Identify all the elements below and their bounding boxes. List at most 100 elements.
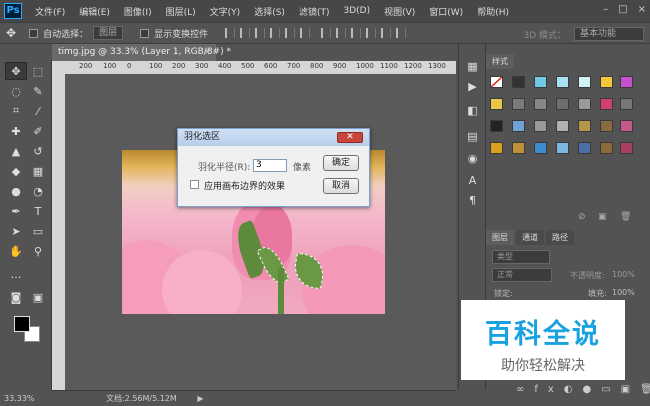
zoom-tool-icon[interactable]: ⚲ xyxy=(27,242,49,260)
style-swatch[interactable] xyxy=(578,76,591,88)
delete-style-icon[interactable]: 🗑 xyxy=(620,212,631,222)
actions-panel-icon[interactable]: ▶ xyxy=(465,80,480,94)
distribute-right-icon[interactable] xyxy=(396,28,407,38)
tab-paths[interactable]: 路径 xyxy=(546,230,574,245)
menu-image[interactable]: 图像(I) xyxy=(117,5,159,18)
align-vcenter-icon[interactable] xyxy=(240,28,251,38)
character-panel-icon[interactable]: A xyxy=(465,174,480,188)
document-tab[interactable]: timg.jpg @ 33.3% (Layer 1, RGB/8#) * × xyxy=(52,44,231,61)
adjustments-panel-icon[interactable]: ◧ xyxy=(465,104,480,118)
style-swatch[interactable] xyxy=(600,98,613,110)
more-tools-icon[interactable]: ··· xyxy=(5,268,27,286)
style-swatch[interactable] xyxy=(490,98,503,110)
style-swatch[interactable] xyxy=(556,142,569,154)
history-panel-icon[interactable]: ▦ xyxy=(465,60,480,74)
brush-tool-icon[interactable]: ✐ xyxy=(27,122,49,140)
style-swatch[interactable] xyxy=(512,142,525,154)
auto-select-checkbox[interactable] xyxy=(29,28,39,38)
style-swatch[interactable] xyxy=(556,98,569,110)
distribute-vcenter-icon[interactable] xyxy=(336,28,347,38)
paragraph-panel-icon[interactable]: ¶ xyxy=(465,194,480,208)
layers-footer-icons[interactable]: ∞fx◐●▭▣🗑 xyxy=(516,384,650,395)
move-tool-icon[interactable]: ✥ xyxy=(6,26,16,40)
menu-view[interactable]: 视图(V) xyxy=(377,5,422,18)
align-hcenter-icon[interactable] xyxy=(285,28,296,38)
canvas-bounds-checkbox[interactable] xyxy=(190,180,199,189)
menu-edit[interactable]: 编辑(E) xyxy=(72,5,117,18)
ok-button[interactable]: 确定 xyxy=(323,155,359,171)
lasso-tool-icon[interactable]: ◌ xyxy=(5,82,27,100)
history-brush-tool-icon[interactable]: ↺ xyxy=(27,142,49,160)
quick-mask-icon[interactable]: ◙ xyxy=(5,288,27,306)
maximize-icon[interactable]: □ xyxy=(618,4,627,15)
shape-tool-icon[interactable]: ▭ xyxy=(27,222,49,240)
feather-radius-input[interactable]: 3 xyxy=(253,159,287,172)
style-swatch-none[interactable] xyxy=(490,76,503,88)
dodge-tool-icon[interactable]: ◔ xyxy=(27,182,49,200)
dialog-close-button[interactable]: ✕ xyxy=(337,132,363,143)
type-tool-icon[interactable]: T xyxy=(27,202,49,220)
style-swatch[interactable] xyxy=(620,98,633,110)
blend-mode-dropdown[interactable]: 正常 xyxy=(492,268,552,282)
status-arrow-icon[interactable]: ▶ xyxy=(197,394,203,403)
opacity-value[interactable]: 100% xyxy=(612,270,635,279)
healing-brush-tool-icon[interactable]: ✚ xyxy=(5,122,27,140)
style-swatch[interactable] xyxy=(534,120,547,132)
distribute-hcenter-icon[interactable] xyxy=(381,28,392,38)
crop-tool-icon[interactable]: ⌗ xyxy=(5,102,27,120)
tab-styles[interactable]: 样式 xyxy=(486,54,514,69)
style-swatch[interactable] xyxy=(578,142,591,154)
align-left-icon[interactable] xyxy=(270,28,281,38)
eraser-tool-icon[interactable]: ◆ xyxy=(5,162,27,180)
style-swatch[interactable] xyxy=(578,98,591,110)
close-icon[interactable]: × xyxy=(638,4,646,15)
menu-filter[interactable]: 滤镜(T) xyxy=(292,5,337,18)
zoom-level[interactable]: 33.33% xyxy=(4,391,35,406)
gradient-tool-icon[interactable]: ▦ xyxy=(27,162,49,180)
distribute-bottom-icon[interactable] xyxy=(351,28,362,38)
style-swatch[interactable] xyxy=(620,142,633,154)
menu-help[interactable]: 帮助(H) xyxy=(470,5,516,18)
style-swatch[interactable] xyxy=(600,142,613,154)
style-swatch[interactable] xyxy=(512,76,525,88)
style-swatch[interactable] xyxy=(512,98,525,110)
style-swatch[interactable] xyxy=(490,142,503,154)
dialog-titlebar[interactable]: 羽化选区 ✕ xyxy=(178,129,369,146)
menu-window[interactable]: 窗口(W) xyxy=(422,5,470,18)
foreground-color-swatch[interactable] xyxy=(14,316,30,332)
style-swatch[interactable] xyxy=(512,120,525,132)
menu-layer[interactable]: 图层(L) xyxy=(159,5,203,18)
style-swatch[interactable] xyxy=(600,76,613,88)
align-right-icon[interactable] xyxy=(300,28,311,38)
move-tool-icon[interactable]: ✥ xyxy=(5,62,27,80)
menu-file[interactable]: 文件(F) xyxy=(28,5,72,18)
hand-tool-icon[interactable]: ✋ xyxy=(5,242,27,260)
eyedropper-tool-icon[interactable]: ⁄ xyxy=(27,102,49,120)
clear-style-icon[interactable]: ⊘ xyxy=(578,212,586,222)
workspace-dropdown[interactable]: 基本功能 xyxy=(574,27,644,41)
style-swatch[interactable] xyxy=(534,98,547,110)
style-swatch[interactable] xyxy=(620,120,633,132)
clone-stamp-tool-icon[interactable]: ▲ xyxy=(5,142,27,160)
marquee-tool-icon[interactable]: ⬚ xyxy=(27,62,49,80)
style-swatch[interactable] xyxy=(534,76,547,88)
menu-3d[interactable]: 3D(D) xyxy=(336,6,377,16)
properties-panel-icon[interactable]: ▤ xyxy=(465,130,480,144)
menu-select[interactable]: 选择(S) xyxy=(247,5,292,18)
cancel-button[interactable]: 取消 xyxy=(323,178,359,194)
layer-kind-filter[interactable]: 类型 xyxy=(492,250,550,264)
style-swatch[interactable] xyxy=(556,120,569,132)
fill-value[interactable]: 100% xyxy=(612,288,635,297)
style-swatch[interactable] xyxy=(490,120,503,132)
tab-channels[interactable]: 通道 xyxy=(516,230,544,245)
style-swatch[interactable] xyxy=(556,76,569,88)
style-swatch[interactable] xyxy=(578,120,591,132)
info-panel-icon[interactable]: ◉ xyxy=(465,152,480,166)
minimize-icon[interactable]: – xyxy=(603,4,608,15)
screen-mode-icon[interactable]: ▣ xyxy=(27,288,49,306)
style-swatch[interactable] xyxy=(534,142,547,154)
auto-select-dropdown[interactable]: 图层 xyxy=(93,26,124,40)
style-swatch[interactable] xyxy=(600,120,613,132)
document-close-icon[interactable]: × xyxy=(203,44,211,61)
blur-tool-icon[interactable]: ● xyxy=(5,182,27,200)
